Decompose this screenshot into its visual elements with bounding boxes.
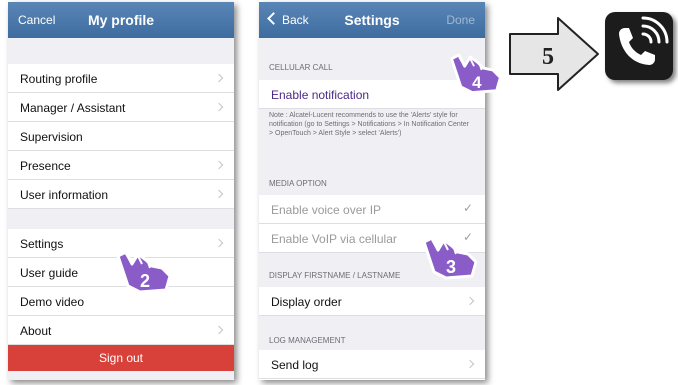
menu-item-label: User information <box>20 188 109 202</box>
hand-pointer-icon: 2 <box>116 250 172 294</box>
row-label: Send log <box>271 358 319 372</box>
notification-note: Note : Alcatel-Lucent recommends to use … <box>259 109 485 169</box>
my-profile-screen: Cancel My profile Routing profile Manage… <box>8 2 234 380</box>
step-4-badge: 4 <box>472 73 482 92</box>
chevron-right-icon <box>214 325 224 335</box>
hand-pointer-icon: 3 <box>422 236 478 280</box>
section-header-log-management: LOG MANAGEMENT <box>259 316 485 350</box>
menu-item-label: Manager / Assistant <box>20 101 126 115</box>
menu-item-routing-profile[interactable]: Routing profile <box>8 64 234 93</box>
menu-item-label: Supervision <box>20 130 83 144</box>
step-5-label: 5 <box>542 44 554 70</box>
chevron-right-icon <box>465 359 475 369</box>
menu-item-label: Settings <box>20 237 64 251</box>
group-spacer <box>8 371 234 380</box>
step-2-badge: 2 <box>140 271 150 291</box>
chevron-right-icon <box>214 160 224 170</box>
row-label: Enable voice over IP <box>271 203 382 217</box>
arrow-right-icon: 5 <box>509 17 599 91</box>
display-order-row[interactable]: Display order <box>259 287 485 316</box>
menu-item-presence[interactable]: Presence <box>8 151 234 180</box>
send-log-row[interactable]: Send log <box>259 350 485 379</box>
navbar: Cancel My profile <box>8 2 234 38</box>
row-label: Enable VoIP via cellular <box>271 232 397 246</box>
row-label: Display order <box>271 295 342 309</box>
menu-item-manager-assistant[interactable]: Manager / Assistant <box>8 93 234 122</box>
menu-item-label: Routing profile <box>20 72 98 86</box>
row-label: Enable notification <box>271 88 370 102</box>
phone-wifi-icon <box>619 16 669 65</box>
menu-item-about[interactable]: About <box>8 316 234 345</box>
menu-item-label: About <box>20 324 52 338</box>
chevron-right-icon <box>214 238 224 248</box>
menu-item-label: User guide <box>20 266 79 280</box>
sign-out-button[interactable]: Sign out <box>8 345 234 371</box>
menu-item-label: Demo video <box>20 295 85 309</box>
menu-item-label: Presence <box>20 159 71 173</box>
page-title: My profile <box>87 12 155 28</box>
chevron-right-icon <box>214 73 224 83</box>
checkmark-icon: ✓ <box>462 201 473 215</box>
menu-item-supervision[interactable]: Supervision <box>8 122 234 151</box>
chevron-right-icon <box>214 189 224 199</box>
hand-pointer-icon: 4 <box>450 53 502 94</box>
navbar: Back Settings Done <box>259 2 485 38</box>
section-header-media-option: MEDIA OPTION <box>259 169 485 195</box>
step-3-badge: 3 <box>446 257 456 277</box>
chevron-right-icon <box>465 296 475 306</box>
done-button[interactable]: Done <box>446 13 475 27</box>
menu-item-user-information[interactable]: User information <box>8 180 234 209</box>
group-spacer <box>8 209 234 229</box>
chevron-right-icon <box>214 102 224 112</box>
group-spacer <box>8 38 234 64</box>
voice-over-ip-row[interactable]: Enable voice over IP ✓ <box>259 195 485 224</box>
app-call-icon <box>605 12 673 80</box>
